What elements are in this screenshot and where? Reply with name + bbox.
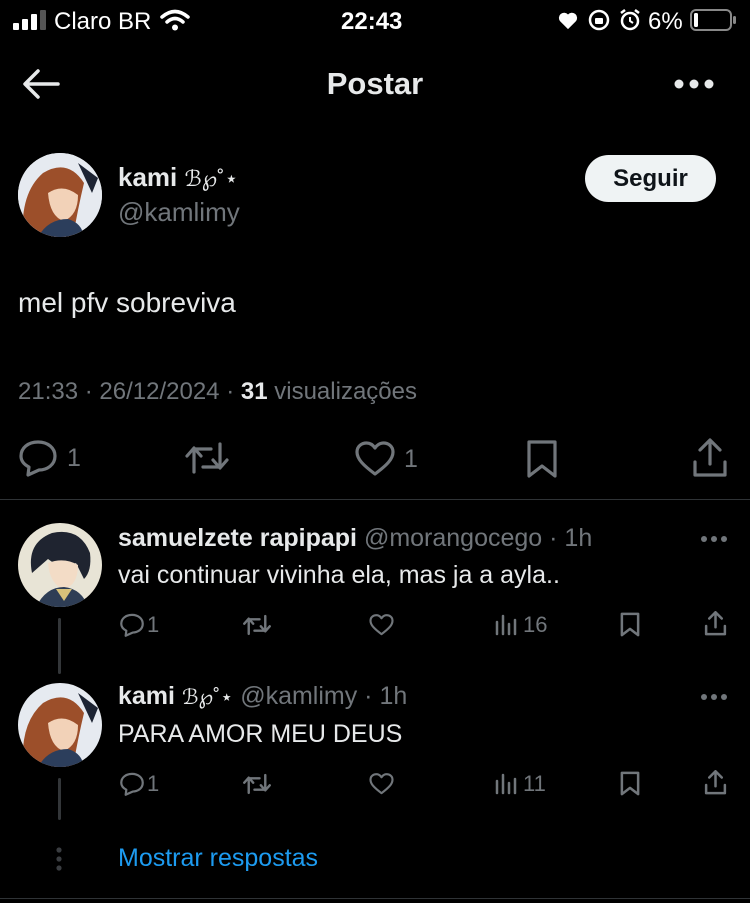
- reply-text: PARA AMOR MEU DEUS: [118, 720, 403, 748]
- alarm-icon: [620, 9, 640, 31]
- author-decoration: ℬ℘˚⋆: [184, 166, 239, 191]
- follow-button[interactable]: Seguir: [585, 155, 716, 202]
- bookmark-icon: [620, 771, 640, 796]
- signal-icon: [13, 10, 46, 30]
- author-name-row: kami ℬ℘˚⋆: [118, 162, 238, 193]
- reply-icon: [120, 613, 144, 637]
- views-count: 11: [523, 771, 546, 796]
- retweet-icon: [185, 442, 229, 474]
- views-action[interactable]: 11: [495, 771, 546, 797]
- views-count: 16: [523, 612, 548, 637]
- reply-author-handle[interactable]: @kamlimy: [240, 682, 357, 710]
- views-label[interactable]: visualizações: [274, 378, 417, 405]
- thread-line: [58, 618, 61, 674]
- show-replies-link[interactable]: Mostrar respostas: [118, 844, 318, 873]
- reply-action[interactable]: 1: [119, 612, 159, 638]
- share-action[interactable]: [692, 438, 728, 478]
- retweet-action[interactable]: [243, 614, 271, 636]
- bookmark-icon: [527, 440, 557, 478]
- divider: [0, 898, 750, 899]
- like-action[interactable]: [369, 773, 394, 795]
- reply-header: kami ℬ℘˚⋆ @kamlimy · 1h: [118, 682, 408, 710]
- reply-action[interactable]: 1: [18, 439, 81, 477]
- more-icon[interactable]: [674, 79, 714, 89]
- share-action[interactable]: [704, 611, 727, 636]
- post-meta: 21:33 · 26/12/2024 · 31 visualizações: [18, 378, 417, 405]
- views-icon: [495, 614, 517, 636]
- reply-count: 1: [147, 612, 160, 637]
- retweet-icon: [243, 773, 271, 795]
- post-date: 26/12/2024: [99, 378, 220, 405]
- thread-line: [58, 778, 61, 820]
- reply-time: 1h: [564, 524, 593, 552]
- reply-author-name[interactable]: samuelzete rapipapi: [118, 524, 357, 552]
- reply-author-handle[interactable]: @morangocego: [364, 524, 542, 552]
- like-action[interactable]: [369, 614, 394, 636]
- lock-rotation-icon: [588, 9, 610, 31]
- bookmark-action[interactable]: [620, 771, 640, 796]
- reply-action[interactable]: 1: [119, 771, 159, 797]
- status-bar: Claro BR 22:43 6%: [0, 0, 750, 44]
- page-title: Postar: [326, 66, 424, 101]
- like-icon: [369, 773, 394, 795]
- reply-author-decoration: ℬ℘˚⋆: [181, 686, 234, 709]
- retweet-action[interactable]: [243, 773, 271, 795]
- author-name[interactable]: kami: [118, 162, 177, 192]
- reply-icon: [120, 772, 144, 796]
- views-count[interactable]: 31: [241, 378, 268, 405]
- more-icon[interactable]: [700, 693, 728, 701]
- reply-text: vai continuar vivinha ela, mas ja a ayla…: [118, 561, 560, 589]
- post-time: 21:33: [18, 378, 79, 405]
- views-icon: [495, 773, 517, 795]
- share-icon: [693, 438, 727, 477]
- share-icon: [704, 611, 727, 636]
- author-handle[interactable]: @kamlimy: [118, 197, 240, 228]
- thread-dots-icon: [56, 847, 62, 871]
- like-icon: [369, 614, 394, 636]
- reply-count: 1: [147, 771, 160, 796]
- post-text: mel pfv sobreviva: [18, 287, 236, 318]
- reply-author-name[interactable]: kami: [118, 682, 175, 710]
- clock: 22:43: [341, 8, 403, 35]
- reply-icon: [19, 440, 57, 477]
- heart-status-icon: [558, 12, 578, 30]
- author-avatar[interactable]: [18, 153, 102, 237]
- top-bar: Postar: [0, 44, 750, 128]
- bookmark-action[interactable]: [526, 439, 558, 479]
- carrier-label: Claro BR: [54, 8, 152, 35]
- bookmark-action[interactable]: [620, 612, 640, 637]
- more-icon[interactable]: [700, 535, 728, 543]
- views-action[interactable]: 16: [495, 612, 547, 638]
- like-count: 1: [404, 444, 418, 473]
- reply-avatar[interactable]: [18, 683, 102, 767]
- bookmark-icon: [620, 612, 640, 637]
- share-action[interactable]: [704, 770, 727, 795]
- battery-percent: 6%: [648, 8, 683, 35]
- reply-count: 1: [67, 443, 81, 472]
- share-icon: [704, 770, 727, 795]
- reply-time: 1h: [379, 682, 408, 710]
- wifi-icon: [160, 9, 190, 31]
- like-icon: [355, 441, 395, 476]
- reply-avatar[interactable]: [18, 523, 102, 607]
- reply-header: samuelzete rapipapi @morangocego · 1h: [118, 524, 593, 552]
- divider: [0, 499, 750, 500]
- like-action[interactable]: 1: [355, 441, 418, 477]
- retweet-icon: [243, 614, 271, 636]
- retweet-action[interactable]: [185, 441, 229, 475]
- battery-icon: [690, 9, 736, 31]
